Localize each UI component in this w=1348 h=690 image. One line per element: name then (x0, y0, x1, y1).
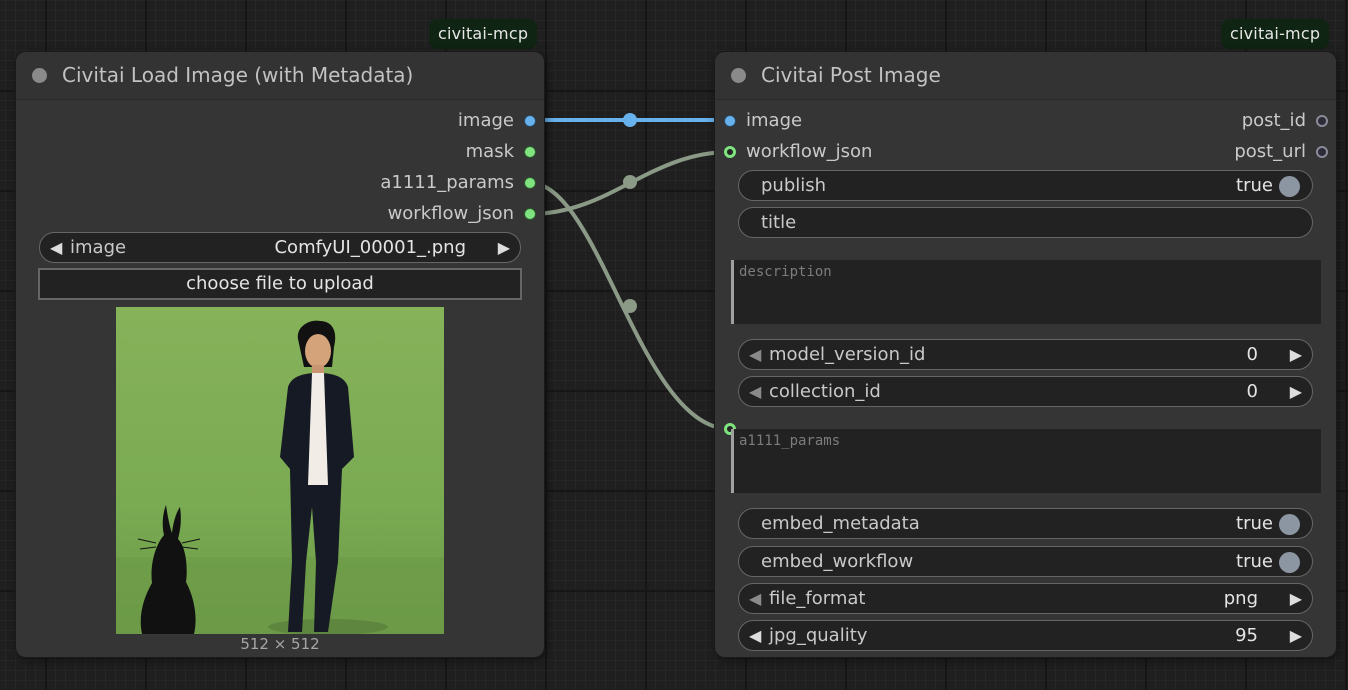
arrow-right-icon[interactable]: ▶ (1290, 345, 1302, 364)
link-a1111-params-midpoint (623, 299, 637, 313)
collapse-dot-icon[interactable] (731, 68, 746, 83)
jpg-quality-number[interactable]: ◀ jpg_quality 95 ▶ (738, 620, 1313, 651)
preview-illustration (116, 320, 444, 634)
output-label-workflow-json: workflow_json (387, 203, 514, 224)
image-widget-value: ComfyUI_00001_.png (274, 237, 466, 258)
toggle-knob-icon (1279, 552, 1300, 573)
jpg-quality-value: 95 (1235, 625, 1258, 646)
choose-file-button[interactable]: choose file to upload (38, 268, 522, 300)
arrow-right-icon[interactable]: ▶ (1290, 382, 1302, 401)
output-label-image: image (457, 110, 514, 131)
publish-label: publish (761, 175, 827, 196)
toggle-knob-icon (1279, 514, 1300, 535)
arrow-right-icon[interactable]: ▶ (1290, 589, 1302, 608)
post-image-node[interactable]: Civitai Post Image image workflow_json p… (715, 52, 1336, 657)
load-node-badge: civitai-mcp (429, 19, 538, 49)
post-node-header[interactable]: Civitai Post Image (715, 52, 1336, 100)
arrow-left-icon[interactable]: ◀ (749, 345, 761, 364)
image-preview (116, 307, 444, 634)
input-slot-workflow-json[interactable] (724, 146, 736, 158)
title-field[interactable]: title (738, 207, 1313, 238)
jpg-quality-label: jpg_quality (769, 625, 868, 646)
collapse-dot-icon[interactable] (32, 68, 47, 83)
input-label-image: image (746, 110, 803, 131)
output-label-a1111-params: a1111_params (380, 172, 514, 193)
embed-workflow-toggle[interactable]: embed_workflow true (738, 546, 1313, 577)
output-slot-image[interactable] (524, 115, 536, 127)
a1111-params-textarea[interactable]: a1111_params (731, 429, 1321, 493)
output-label-post-url: post_url (1234, 141, 1306, 162)
toggle-knob-icon (1279, 176, 1300, 197)
input-slot-image[interactable] (724, 115, 736, 127)
file-format-label: file_format (769, 588, 866, 609)
link-image-midpoint (623, 113, 637, 127)
load-node-header[interactable]: Civitai Load Image (with Metadata) (16, 52, 544, 100)
preview-dimensions: 512 × 512 (240, 635, 320, 653)
collection-id-number[interactable]: ◀ collection_id 0 ▶ (738, 376, 1313, 407)
arrow-left-icon[interactable]: ◀ (749, 382, 761, 401)
arrow-left-icon[interactable]: ◀ (50, 238, 62, 257)
post-node-badge: civitai-mcp (1221, 19, 1330, 49)
output-slot-mask[interactable] (524, 146, 536, 158)
load-image-node[interactable]: Civitai Load Image (with Metadata) image… (16, 52, 544, 657)
embed-metadata-toggle[interactable]: embed_metadata true (738, 508, 1313, 539)
link-a1111-params (529, 181, 731, 431)
collection-id-value: 0 (1246, 381, 1258, 402)
output-slot-post-url[interactable] (1316, 146, 1328, 158)
arrow-left-icon[interactable]: ◀ (749, 589, 761, 608)
description-textarea[interactable]: description (731, 260, 1321, 324)
image-combo-widget[interactable]: ◀ image ComfyUI_00001_.png ▶ (39, 232, 521, 263)
model-version-id-value: 0 (1246, 344, 1258, 365)
input-label-workflow-json: workflow_json (746, 141, 873, 162)
arrow-left-icon[interactable]: ◀ (749, 626, 761, 645)
file-format-value: png (1223, 588, 1258, 609)
output-slot-post-id[interactable] (1316, 115, 1328, 127)
output-slot-workflow-json[interactable] (524, 208, 536, 220)
embed-workflow-label: embed_workflow (761, 551, 914, 572)
model-version-id-number[interactable]: ◀ model_version_id 0 ▶ (738, 339, 1313, 370)
arrow-right-icon[interactable]: ▶ (498, 238, 510, 257)
node-canvas[interactable]: civitai-mcp Civitai Load Image (with Met… (0, 0, 1348, 690)
embed-metadata-value: true (1236, 513, 1273, 534)
model-version-id-label: model_version_id (769, 344, 926, 365)
output-slot-a1111-params[interactable] (524, 177, 536, 189)
output-label-post-id: post_id (1241, 110, 1306, 131)
file-format-combo[interactable]: ◀ file_format png ▶ (738, 583, 1313, 614)
load-node-title: Civitai Load Image (with Metadata) (62, 63, 414, 87)
arrow-right-icon[interactable]: ▶ (1290, 626, 1302, 645)
embed-metadata-label: embed_metadata (761, 513, 920, 534)
output-label-mask: mask (465, 141, 514, 162)
publish-value: true (1236, 175, 1273, 196)
link-workflow-json (529, 150, 731, 216)
post-node-title: Civitai Post Image (761, 63, 941, 87)
embed-workflow-value: true (1236, 551, 1273, 572)
link-workflow-json-midpoint (623, 175, 637, 189)
title-label: title (761, 212, 797, 233)
collection-id-label: collection_id (769, 381, 881, 402)
image-widget-label: image (70, 237, 127, 258)
publish-toggle[interactable]: publish true (738, 170, 1313, 201)
